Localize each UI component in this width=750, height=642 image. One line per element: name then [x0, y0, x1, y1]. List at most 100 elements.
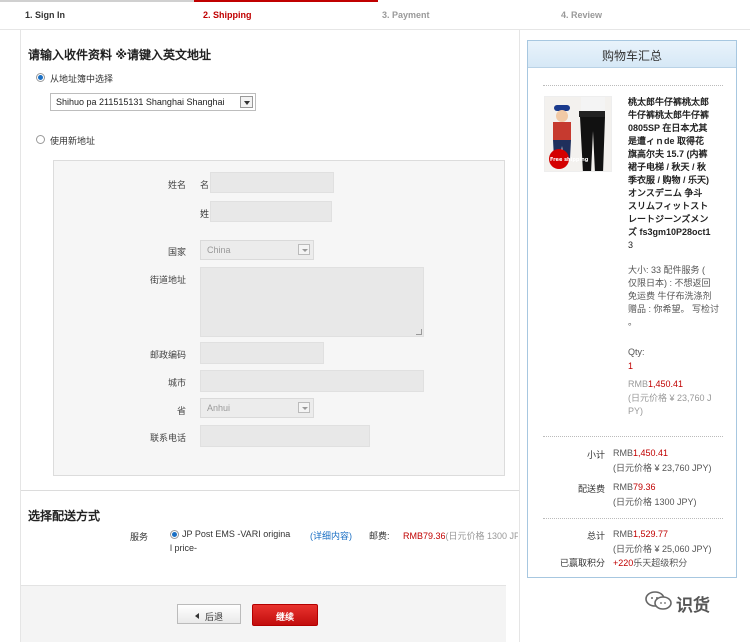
- wechat-icon: [644, 590, 674, 612]
- product-name-line: オンスデニム 争斗: [628, 188, 703, 198]
- cart-divider: [543, 85, 723, 86]
- product-name-line: 牛仔裤桃太郎牛仔裤: [628, 110, 710, 120]
- last-name-label: 姓: [200, 209, 210, 219]
- cart-summary-title: 购物车汇总: [528, 41, 736, 68]
- step-review: 4. Review: [561, 10, 603, 20]
- address-book-select[interactable]: Shihuo pa 211515131 Shanghai Shanghai: [50, 93, 256, 111]
- chevron-down-icon: [298, 244, 310, 255]
- shipping-summary-value: 79.36: [633, 482, 656, 492]
- points-label: 已赢取积分: [559, 558, 605, 568]
- shipping-fee-label: 邮费:: [369, 531, 390, 541]
- phone-input[interactable]: [200, 425, 370, 447]
- service-label: 服务: [130, 532, 149, 542]
- first-name-label: 名: [200, 180, 210, 190]
- product-name-line: 3: [628, 240, 634, 250]
- street-label: 街道地址: [149, 275, 186, 285]
- product-name-line: 季衣服 / 购物 / 乐天): [628, 175, 710, 185]
- address-book-selected-value: Shihuo pa 211515131 Shanghai Shanghai: [56, 97, 225, 107]
- shipping-fee-summary-jpy: (日元价格 1300 JPY): [613, 497, 697, 507]
- cart-divider: [543, 518, 723, 519]
- product-option-line: 仅限日本) : 不想返回: [628, 278, 711, 288]
- product-options: 大小: 33 配件服务 ( 仅限日本) : 不想返回 免运费 牛仔布洗涤剂 赠品…: [628, 264, 728, 329]
- back-button-label: 后退: [204, 612, 223, 622]
- product-option-line: 。: [628, 317, 638, 327]
- address-section-title: 请输入收件资料 ※请键入英文地址: [28, 48, 212, 62]
- product-jeans-image: Free shipping: [549, 97, 605, 171]
- zip-input[interactable]: [200, 342, 324, 364]
- product-price-jpy: (日元价格 ¥ 23,760 J: [628, 393, 712, 403]
- continue-button[interactable]: 继续: [252, 604, 318, 626]
- content-frame-left: [20, 30, 21, 642]
- points-suffix: 乐天超级积分: [633, 558, 688, 568]
- shipping-section-title: 选择配送方式: [28, 509, 101, 523]
- qty-value: 1: [628, 361, 634, 371]
- product-option-line: 免运费 牛仔布洗涤剂: [628, 291, 712, 301]
- phone-label: 联系电话: [149, 433, 186, 443]
- city-input[interactable]: [200, 370, 424, 392]
- step-shipping: 2. Shipping: [203, 10, 252, 20]
- shipping-fee-summary-label: 配送费: [577, 484, 605, 494]
- total-currency: RMB: [613, 529, 633, 539]
- checkout-progress: 1. Sign In 2. Shipping 3. Payment 4. Rev…: [0, 0, 750, 30]
- city-label: 城市: [167, 378, 186, 388]
- subtotal-currency: RMB: [613, 448, 633, 458]
- product-name-line: 旗高尔夫 15.7 (内裤: [628, 149, 708, 159]
- chevron-down-icon: [298, 402, 310, 413]
- product-option-line: 赠品 : 你希望。 写检讨: [628, 304, 720, 314]
- total-amount: RMB1,529.77: [613, 529, 668, 539]
- radio-jp-post-ems[interactable]: [170, 530, 179, 539]
- first-name-input[interactable]: [210, 172, 334, 193]
- radio-from-address-book[interactable]: [36, 73, 45, 82]
- shipping-option-name-cont: l price-: [170, 543, 198, 553]
- content-frame-right: [519, 30, 520, 642]
- product-name-line: 0805SP 在日本尤其: [628, 123, 708, 133]
- points-value: +220: [613, 558, 634, 568]
- cart-divider: [543, 436, 723, 437]
- price-value: 1,450.41: [648, 379, 684, 389]
- radio-new-address[interactable]: [36, 135, 45, 144]
- watermark-text: 识货: [676, 596, 710, 615]
- product-name-line: レートジーンズメン: [628, 214, 709, 224]
- shipping-summary-currency: RMB: [613, 482, 633, 492]
- product-thumbnail[interactable]: Free shipping: [544, 96, 612, 172]
- progress-line-active: [194, 0, 378, 2]
- product-name-line: 是遭ィｎde 取得花: [628, 136, 705, 146]
- country-label: 国家: [167, 247, 186, 257]
- shipping-fee-summary: RMB79.36: [613, 482, 656, 492]
- shipping-fee-jpy: (日元价格 1300 JPY): [445, 531, 518, 541]
- subtotal-label: 小计: [586, 450, 605, 460]
- progress-line-done: [0, 0, 194, 2]
- step-payment: 3. Payment: [382, 10, 430, 20]
- from-address-book-label: 从地址簿中选择: [50, 74, 114, 84]
- province-select[interactable]: Anhui: [200, 398, 314, 418]
- province-value: Anhui: [207, 403, 231, 413]
- product-name[interactable]: 桃太郎牛仔裤桃太郎 牛仔裤桃太郎牛仔裤 0805SP 在日本尤其 是遭ィｎde …: [628, 96, 728, 252]
- free-shipping-badge: Free shipping: [550, 157, 589, 163]
- triangle-left-icon: [194, 613, 199, 619]
- product-name-line: 桃太郎牛仔裤桃太郎: [628, 97, 710, 107]
- last-name-input[interactable]: [210, 201, 332, 222]
- qty-label: Qty:: [628, 347, 645, 357]
- new-address-label: 使用新地址: [50, 136, 96, 146]
- resize-handle-icon[interactable]: [416, 329, 422, 335]
- chevron-down-icon: [240, 96, 253, 108]
- total-value: 1,529.77: [633, 529, 669, 539]
- points-earned: +220乐天超级积分: [613, 556, 687, 569]
- product-price: RMB1,450.41: [628, 378, 683, 391]
- price-currency: RMB: [628, 379, 648, 389]
- country-select[interactable]: China: [200, 240, 314, 260]
- product-name-line: ズ fs3gm10P28oct1: [628, 227, 711, 237]
- subtotal-amount: RMB1,450.41: [613, 448, 668, 458]
- section-divider: [21, 490, 519, 491]
- back-button[interactable]: 后退: [177, 604, 241, 624]
- shipping-details-link[interactable]: (详细内容): [310, 529, 352, 542]
- total-label: 总计: [586, 531, 605, 541]
- product-option-line: 大小: 33 配件服务 (: [628, 265, 706, 275]
- shipping-fee: RMB79.36(日元价格 1300 JPY): [403, 529, 518, 542]
- product-price-jpy-cont: PY): [628, 406, 644, 416]
- subtotal-jpy: (日元价格 ¥ 23,760 JPY): [613, 463, 712, 473]
- street-address-textarea[interactable]: [200, 267, 424, 337]
- step-sign-in: 1. Sign In: [25, 10, 66, 20]
- shipping-fee-value: RMB79.36: [403, 531, 446, 541]
- shipping-option-name: JP Post EMS -VARI origina: [182, 529, 291, 539]
